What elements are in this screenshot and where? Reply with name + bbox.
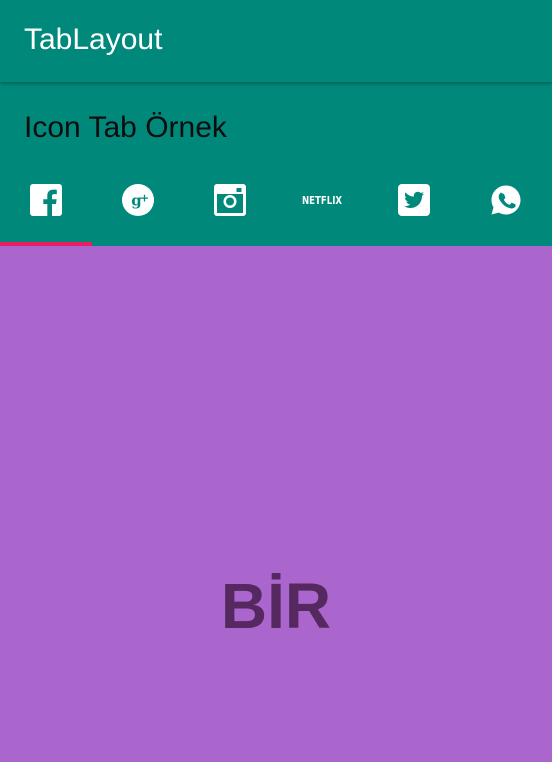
svg-text:+: + xyxy=(140,192,149,205)
app-bar: TabLayout xyxy=(0,0,552,82)
tab-google-plus[interactable]: g + xyxy=(92,162,184,246)
netflix-wordmark: NETFLIX xyxy=(302,194,342,207)
netflix-icon: NETFLIX xyxy=(300,192,344,208)
page-title: Icon Tab Örnek xyxy=(24,111,227,144)
instagram-icon xyxy=(214,184,246,216)
tab-bar: g + NETFLIX xyxy=(0,162,552,246)
app-title: TabLayout xyxy=(24,23,163,56)
tab-netflix[interactable]: NETFLIX xyxy=(276,162,368,246)
tab-header: Icon Tab Örnek g + NETFLIX xyxy=(0,82,552,246)
tab-facebook[interactable] xyxy=(0,162,92,246)
tab-twitter[interactable] xyxy=(368,162,460,246)
tab-content-label: BİR xyxy=(220,570,332,642)
facebook-icon xyxy=(30,184,62,216)
whatsapp-icon xyxy=(490,184,522,216)
tab-instagram[interactable] xyxy=(184,162,276,246)
google-plus-icon: g + xyxy=(122,184,154,216)
twitter-icon xyxy=(398,184,430,216)
tab-content: BİR xyxy=(0,246,552,762)
tab-whatsapp[interactable] xyxy=(460,162,552,246)
